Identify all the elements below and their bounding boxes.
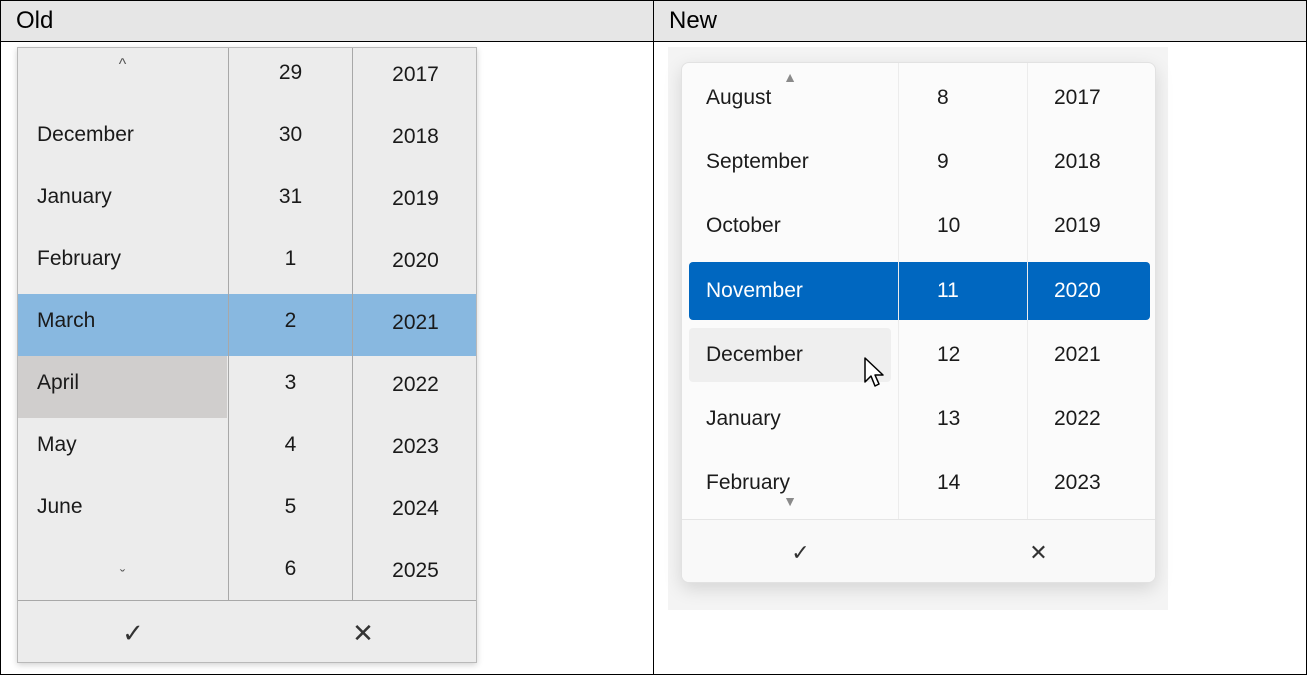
old-year-item[interactable]: 2019 xyxy=(353,168,476,230)
old-month-item[interactable]: February xyxy=(18,228,227,290)
new-year-column[interactable]: 2017 2018 2019 2020 2021 2022 2023 xyxy=(1027,63,1155,519)
old-day-item[interactable]: 1 xyxy=(229,228,352,290)
dismiss-button[interactable]: ✕ xyxy=(920,520,1155,582)
old-year-item[interactable]: 2021 xyxy=(353,292,476,354)
new-day-item[interactable]: 10 xyxy=(899,194,1027,258)
new-year-item[interactable]: 2020 xyxy=(1028,259,1155,323)
old-year-item[interactable]: 2018 xyxy=(353,106,476,168)
new-year-item[interactable]: 2018 xyxy=(1028,130,1155,194)
old-year-column[interactable]: 2017 2018 2019 2020 2021 2022 2023 2024 … xyxy=(352,48,476,600)
old-date-picker: December January February March April Ma… xyxy=(17,47,477,663)
old-month-item[interactable]: June xyxy=(18,476,227,538)
new-month-item[interactable]: October xyxy=(682,194,898,258)
new-day-item[interactable]: 9 xyxy=(899,130,1027,194)
header-new: New xyxy=(653,0,1307,42)
checkmark-icon: ✓ xyxy=(122,617,144,648)
new-year-item[interactable]: 2023 xyxy=(1028,451,1155,515)
dismiss-button[interactable]: ✕ xyxy=(248,601,476,662)
new-month-item[interactable]: September xyxy=(682,130,898,194)
new-day-item[interactable]: 13 xyxy=(899,387,1027,451)
old-month-column[interactable]: December January February March April Ma… xyxy=(18,48,227,600)
new-day-column[interactable]: 8 9 10 11 12 13 14 xyxy=(898,63,1027,519)
header-old: Old xyxy=(0,0,654,42)
scroll-down-icon[interactable]: ˇ xyxy=(18,568,227,586)
old-year-item[interactable]: 2020 xyxy=(353,230,476,292)
old-year-item[interactable]: 2025 xyxy=(353,540,476,600)
new-year-item[interactable]: 2022 xyxy=(1028,387,1155,451)
new-date-picker: August September October November Decemb… xyxy=(681,62,1156,583)
old-month-item[interactable]: March xyxy=(18,290,227,352)
new-year-item[interactable]: 2017 xyxy=(1028,66,1155,130)
old-day-item[interactable]: 31 xyxy=(229,166,352,228)
old-month-item[interactable]: May xyxy=(18,414,227,476)
new-month-column[interactable]: August September October November Decemb… xyxy=(682,63,898,519)
checkmark-icon: ✓ xyxy=(791,539,810,565)
old-day-item[interactable]: 3 xyxy=(229,352,352,414)
new-day-item[interactable]: 12 xyxy=(899,323,1027,387)
old-day-item[interactable]: 29 xyxy=(229,48,352,104)
scroll-down-icon[interactable]: ▼ xyxy=(682,493,898,509)
old-day-item[interactable]: 4 xyxy=(229,414,352,476)
old-day-item[interactable]: 5 xyxy=(229,476,352,538)
new-year-item[interactable]: 2021 xyxy=(1028,323,1155,387)
new-picker-footer: ✓ ✕ xyxy=(682,519,1155,582)
old-day-item[interactable]: 30 xyxy=(229,104,352,166)
old-picker-footer: ✓ ✕ xyxy=(18,600,476,662)
new-year-item[interactable]: 2019 xyxy=(1028,194,1155,258)
old-day-item[interactable]: 2 xyxy=(229,290,352,352)
close-icon: ✕ xyxy=(1029,539,1048,565)
old-month-item[interactable]: April xyxy=(18,352,227,414)
new-day-item[interactable]: 11 xyxy=(899,259,1027,323)
old-year-item[interactable]: 2022 xyxy=(353,354,476,416)
scroll-up-icon[interactable]: ^ xyxy=(18,56,227,74)
old-day-item[interactable]: 6 xyxy=(229,538,352,600)
old-day-column[interactable]: 29 30 31 1 2 3 4 5 6 xyxy=(228,48,352,600)
mouse-pointer-icon xyxy=(864,357,884,387)
scroll-up-icon[interactable]: ▲ xyxy=(682,69,898,85)
old-month-item[interactable]: December xyxy=(18,104,227,166)
accept-button[interactable]: ✓ xyxy=(18,601,248,662)
close-icon: ✕ xyxy=(352,617,374,648)
new-day-item[interactable]: 8 xyxy=(899,66,1027,130)
old-year-item[interactable]: 2023 xyxy=(353,416,476,478)
new-month-item[interactable]: January xyxy=(682,387,898,451)
new-month-item[interactable]: November xyxy=(682,259,898,323)
old-year-item[interactable]: 2017 xyxy=(353,48,476,106)
old-month-item[interactable]: January xyxy=(18,166,227,228)
accept-button[interactable]: ✓ xyxy=(682,520,919,582)
old-year-item[interactable]: 2024 xyxy=(353,478,476,540)
new-day-item[interactable]: 14 xyxy=(899,451,1027,515)
